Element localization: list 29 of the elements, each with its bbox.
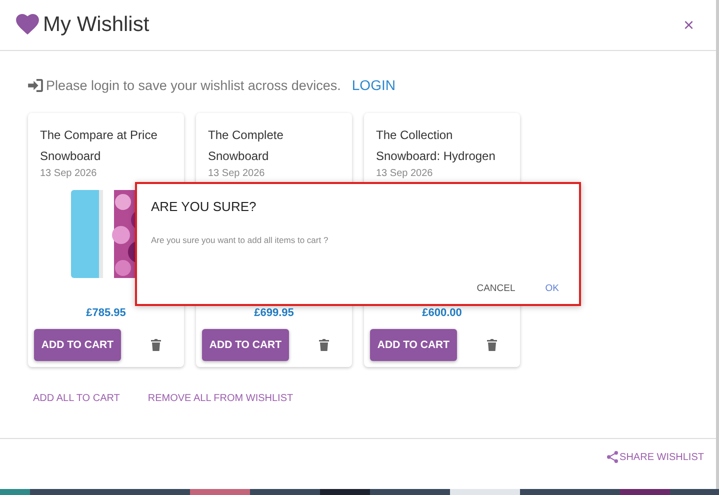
login-message: Please login to save your wishlist across devices. [46, 78, 341, 92]
add-to-cart-button[interactable]: ADD TO CART [34, 329, 121, 361]
add-to-cart-button[interactable]: ADD TO CART [202, 329, 289, 361]
share-icon [606, 451, 618, 463]
wishlist-action-button[interactable]: REMOVE ALL FROM WISHLIST [148, 393, 294, 404]
product-price: £699.95 [253, 307, 295, 319]
dialog-title: ARE YOU SURE? [151, 199, 258, 214]
product-title: The Compare at Price Snowboard [40, 127, 158, 165]
product-price: £785.95 [85, 307, 127, 319]
trash-icon[interactable] [319, 339, 329, 351]
heart-icon [16, 14, 39, 34]
trash-icon[interactable] [151, 339, 161, 351]
cancel-button[interactable]: CANCEL [476, 283, 516, 294]
close-button[interactable]: × [677, 14, 700, 36]
product-date: 13 Sep 2026 [40, 168, 98, 179]
share-wishlist-button[interactable]: SHARE WISHLIST [606, 451, 704, 463]
product-title: The Complete Snowboard [208, 127, 284, 165]
add-to-cart-button[interactable]: ADD TO CART [370, 329, 457, 361]
product-price: £600.00 [421, 307, 463, 319]
ok-button[interactable]: OK [545, 283, 559, 294]
product-title: The Collection Snowboard: Hydrogen [376, 127, 496, 165]
wishlist-action-button[interactable]: ADD ALL TO CART [33, 393, 120, 404]
product-date: 13 Sep 2026 [208, 168, 266, 179]
modal-title: My Wishlist [43, 13, 150, 37]
trash-icon[interactable] [487, 339, 497, 351]
login-icon [28, 78, 43, 92]
dialog-message: Are you sure you want to add all items to cart ? [151, 235, 330, 245]
login-link[interactable]: LOGIN [352, 77, 396, 93]
product-date: 13 Sep 2026 [376, 168, 434, 179]
